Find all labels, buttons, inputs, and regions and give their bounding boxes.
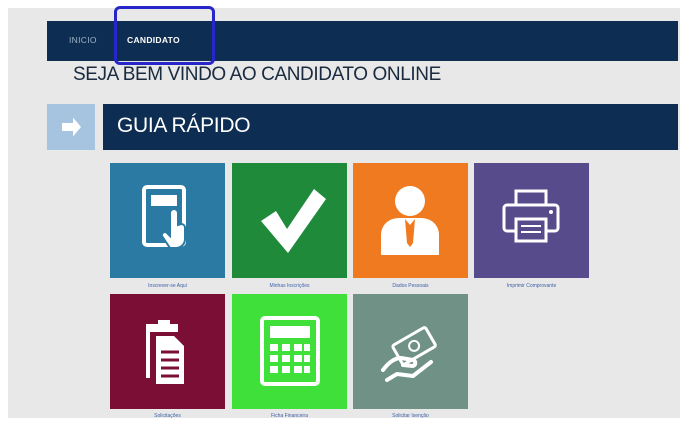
tile-label-solicitar-isencao[interactable]: Solicitar Isenção xyxy=(353,413,468,419)
calculator-icon xyxy=(260,316,320,386)
tile-label-solicitacoes[interactable]: Solicitações xyxy=(110,413,225,419)
tile-solicitar-isencao[interactable] xyxy=(353,294,468,409)
tile-label-dados-pessoais[interactable]: Dados Pessoais xyxy=(353,283,468,289)
guide-banner: GUIA RÁPIDO xyxy=(103,104,678,150)
tile-label-ficha-financeira[interactable]: Ficha Financeira xyxy=(232,413,347,419)
clipboard-icon xyxy=(146,320,184,384)
tile-label-imprimir-comprovante[interactable]: Imprimir Comprovante xyxy=(474,283,589,289)
printer-icon xyxy=(502,189,560,243)
tile-label-minhas-inscricoes[interactable]: Minhas Inscrições xyxy=(232,283,347,289)
tile-solicitacoes[interactable] xyxy=(110,294,225,409)
tile-inscrever-se[interactable] xyxy=(110,163,225,278)
annotation-highlight-box xyxy=(114,6,215,65)
money-hand-icon xyxy=(381,326,437,382)
person-icon xyxy=(381,186,439,255)
arrow-right-icon xyxy=(62,117,81,137)
tile-imprimir-comprovante[interactable] xyxy=(474,163,589,278)
checkmark-icon xyxy=(261,189,326,253)
guide-title: GUIA RÁPIDO xyxy=(117,114,251,137)
nav-item-inicio[interactable]: INICIO xyxy=(69,35,97,45)
guide-icon-box xyxy=(47,104,95,150)
tile-minhas-inscricoes[interactable] xyxy=(232,163,347,278)
tile-dados-pessoais[interactable] xyxy=(353,163,468,278)
welcome-heading: SEJA BEM VINDO AO CANDIDATO ONLINE xyxy=(73,64,441,85)
tile-label-inscrever-se[interactable]: Inscrever-se Aqui xyxy=(110,283,225,289)
tablet-touch-icon xyxy=(142,185,186,249)
tile-ficha-financeira[interactable] xyxy=(232,294,347,409)
